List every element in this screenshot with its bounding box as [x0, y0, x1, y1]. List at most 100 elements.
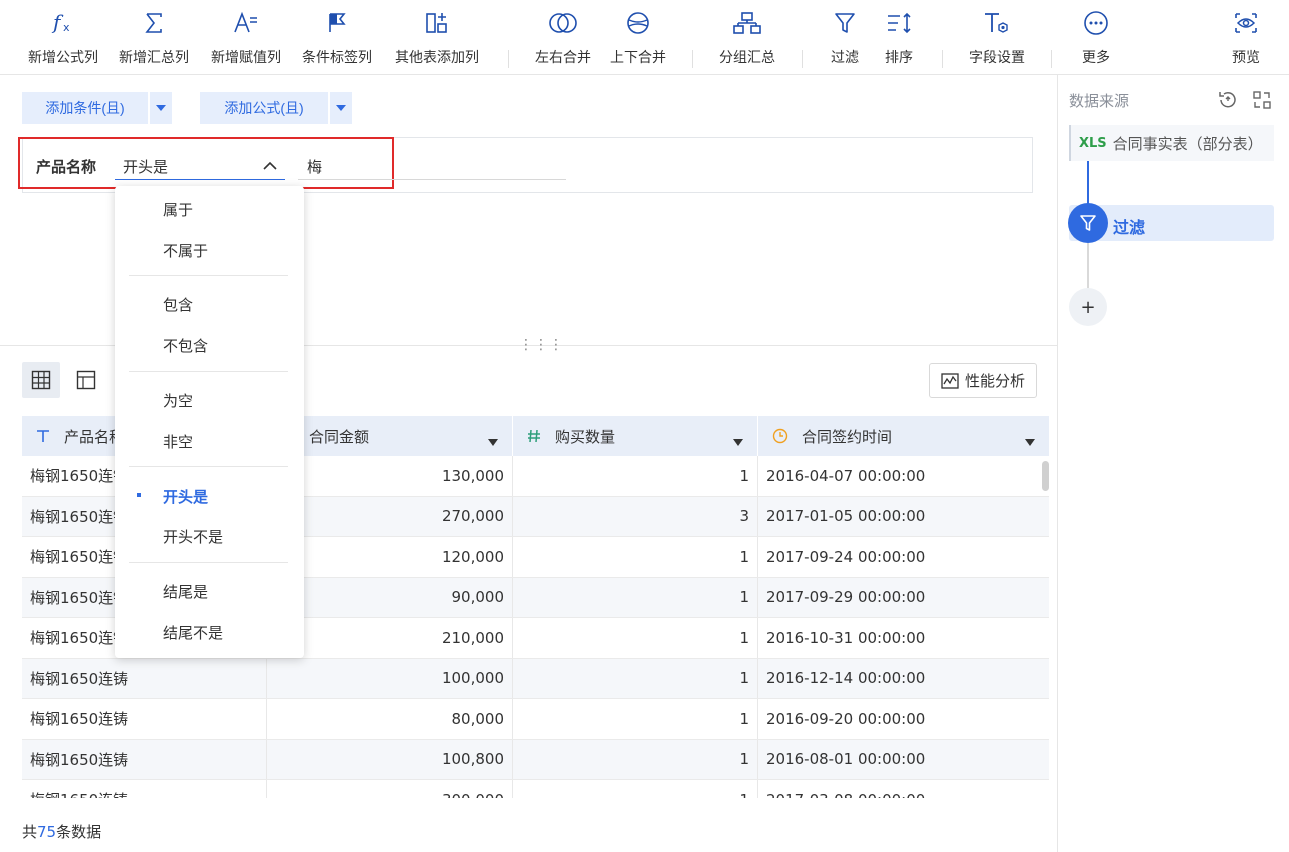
add-condition-button[interactable]: 添加条件(且) [22, 92, 148, 124]
table-cell: 1 [513, 537, 758, 577]
table-cell: 1 [513, 456, 758, 496]
flag-icon [296, 8, 378, 38]
flow-connector [1087, 161, 1089, 205]
chart-icon [941, 372, 959, 389]
column-header-quantity[interactable]: 购买数量 [513, 416, 758, 456]
operator-select-value: 开头是 [123, 158, 169, 176]
table-cell: 梅钢1650连铸 [22, 699, 267, 739]
table-cell: 100,800 [267, 739, 513, 779]
assign-column-icon [205, 8, 287, 38]
table-cell: 2017-09-24 00:00:00 [766, 547, 926, 566]
table-cell: 2017-03-08 00:00:00 [758, 780, 1049, 798]
operator-option[interactable]: 属于 [163, 199, 193, 220]
table-cell: 100,000 [267, 658, 513, 698]
add-column-from-table-button[interactable]: 其他表添加列 [388, 8, 486, 66]
table-cell: 2016-10-31 00:00:00 [766, 628, 926, 647]
selected-indicator-icon [137, 493, 141, 497]
history-icon[interactable] [1217, 89, 1239, 115]
divider [692, 50, 693, 68]
toolbar-label: 排序 [885, 50, 913, 66]
operator-option[interactable]: 结尾不是 [163, 622, 223, 643]
column-header-label: 合同金额 [309, 427, 370, 446]
source-node[interactable]: XLS 合同事实表（部分表） [1069, 125, 1274, 161]
toolbar-label: 条件标签列 [302, 50, 372, 66]
layout-icon [76, 370, 96, 390]
table-row[interactable]: 梅钢1650连铸300,00012017-03-08 00:00:00 [22, 780, 1049, 798]
filter-step-icon [1068, 203, 1108, 243]
field-settings-button[interactable]: 字段设置 [963, 8, 1031, 66]
plus-icon: + [1080, 296, 1096, 318]
table-cell: 梅钢1650连铸 [22, 739, 267, 779]
add-step-button[interactable]: + [1069, 288, 1107, 326]
add-formula-dropdown[interactable] [330, 92, 352, 124]
caret-down-icon[interactable] [1025, 432, 1035, 450]
toolbar-label: 新增汇总列 [119, 50, 189, 66]
field-settings-icon [963, 8, 1031, 38]
toolbar-label: 左右合并 [535, 50, 591, 66]
table-scrollbar[interactable] [1042, 461, 1049, 491]
merge-vertical-button[interactable]: 上下合并 [605, 8, 671, 66]
add-condition-dropdown[interactable] [150, 92, 172, 124]
table-row[interactable]: 梅钢1650连铸 80,000 1 2016-09-20 00:00:00 [22, 699, 1049, 740]
table-cell: 2016-09-20 00:00:00 [766, 709, 926, 728]
table-cell: 2017-01-05 00:00:00 [766, 507, 926, 526]
divider [1051, 50, 1052, 68]
operator-option[interactable]: 包含 [163, 294, 193, 315]
toolbar-label: 其他表添加列 [395, 50, 479, 66]
add-formula-button[interactable]: 添加公式(且) [200, 92, 328, 124]
operator-option-selected[interactable]: 开头是 [163, 486, 208, 507]
operator-option[interactable]: 非空 [163, 431, 193, 452]
performance-analysis-button[interactable]: 性能分析 [929, 363, 1037, 398]
operator-select[interactable]: 开头是 [115, 150, 285, 180]
merge-horizontal-button[interactable]: 左右合并 [529, 8, 597, 66]
side-panel-title: 数据来源 [1069, 92, 1130, 110]
operator-option[interactable]: 不包含 [163, 335, 208, 356]
group-summary-button[interactable]: 分组汇总 [713, 8, 781, 66]
toolbar-label: 更多 [1082, 50, 1110, 66]
add-column-icon [388, 8, 486, 38]
caret-down-icon[interactable] [488, 432, 498, 450]
operator-option[interactable]: 开头不是 [163, 526, 223, 547]
caret-down-icon[interactable] [733, 432, 743, 450]
add-formula-column-button[interactable]: fx 新增公式列 [22, 8, 104, 66]
toolbar-label: 预览 [1232, 50, 1260, 66]
operator-option[interactable]: 不属于 [163, 240, 208, 261]
drag-handle-icon[interactable]: ⋮⋮⋮ [519, 337, 564, 353]
merge-horizontal-icon [529, 8, 597, 38]
table-cell: 2016-08-01 00:00:00 [766, 750, 926, 769]
add-summary-column-button[interactable]: 新增汇总列 [113, 8, 195, 66]
divider [129, 371, 288, 372]
toolbar-label: 新增赋值列 [211, 50, 281, 66]
add-condition-split-button: 添加条件(且) [22, 92, 172, 124]
table-cell: 梅钢1650连铸 [22, 780, 267, 798]
divider [942, 50, 943, 68]
flow-connector [1087, 243, 1089, 288]
condition-value-text: 梅 [307, 158, 323, 176]
column-header-signing-time[interactable]: 合同签约时间 [758, 416, 1049, 456]
excel-icon: XLS [1079, 135, 1107, 151]
caret-down-icon [336, 105, 346, 111]
filter-button[interactable]: 过滤 [826, 8, 864, 66]
operator-option[interactable]: 为空 [163, 390, 193, 411]
operator-option[interactable]: 结尾是 [163, 581, 208, 602]
sort-button[interactable]: 排序 [880, 8, 918, 66]
condition-tag-column-button[interactable]: 条件标签列 [296, 8, 378, 66]
table-cell: 2017-09-29 00:00:00 [766, 588, 926, 607]
more-button[interactable]: 更多 [1076, 8, 1116, 66]
condition-value-input[interactable]: 梅 [298, 150, 566, 180]
table-cell: 1 [513, 739, 758, 779]
switch-source-icon[interactable] [1251, 89, 1273, 115]
row-count: 共75条数据 [22, 821, 101, 842]
group-summary-icon [713, 8, 781, 38]
svg-text:x: x [63, 21, 70, 34]
flow-side-panel: 数据来源 XLS 合同事实表（部分表） 过滤 + [1059, 75, 1289, 852]
preview-button[interactable]: 预览 [1226, 8, 1266, 66]
add-assign-column-button[interactable]: 新增赋值列 [205, 8, 287, 66]
clock-icon [772, 428, 788, 444]
table-row[interactable]: 梅钢1650连铸 100,800 1 2016-08-01 00:00:00 [22, 739, 1049, 780]
toolbar-label: 上下合并 [610, 50, 666, 66]
grid-view-button[interactable] [22, 362, 60, 398]
layout-view-button[interactable] [67, 362, 105, 398]
table-row[interactable]: 梅钢1650连铸 100,000 1 2016-12-14 00:00:00 [22, 658, 1049, 699]
operator-dropdown-menu: 属于 不属于 包含 不包含 为空 非空 开头是 开头不是 结尾是 结尾不是 [115, 186, 304, 658]
